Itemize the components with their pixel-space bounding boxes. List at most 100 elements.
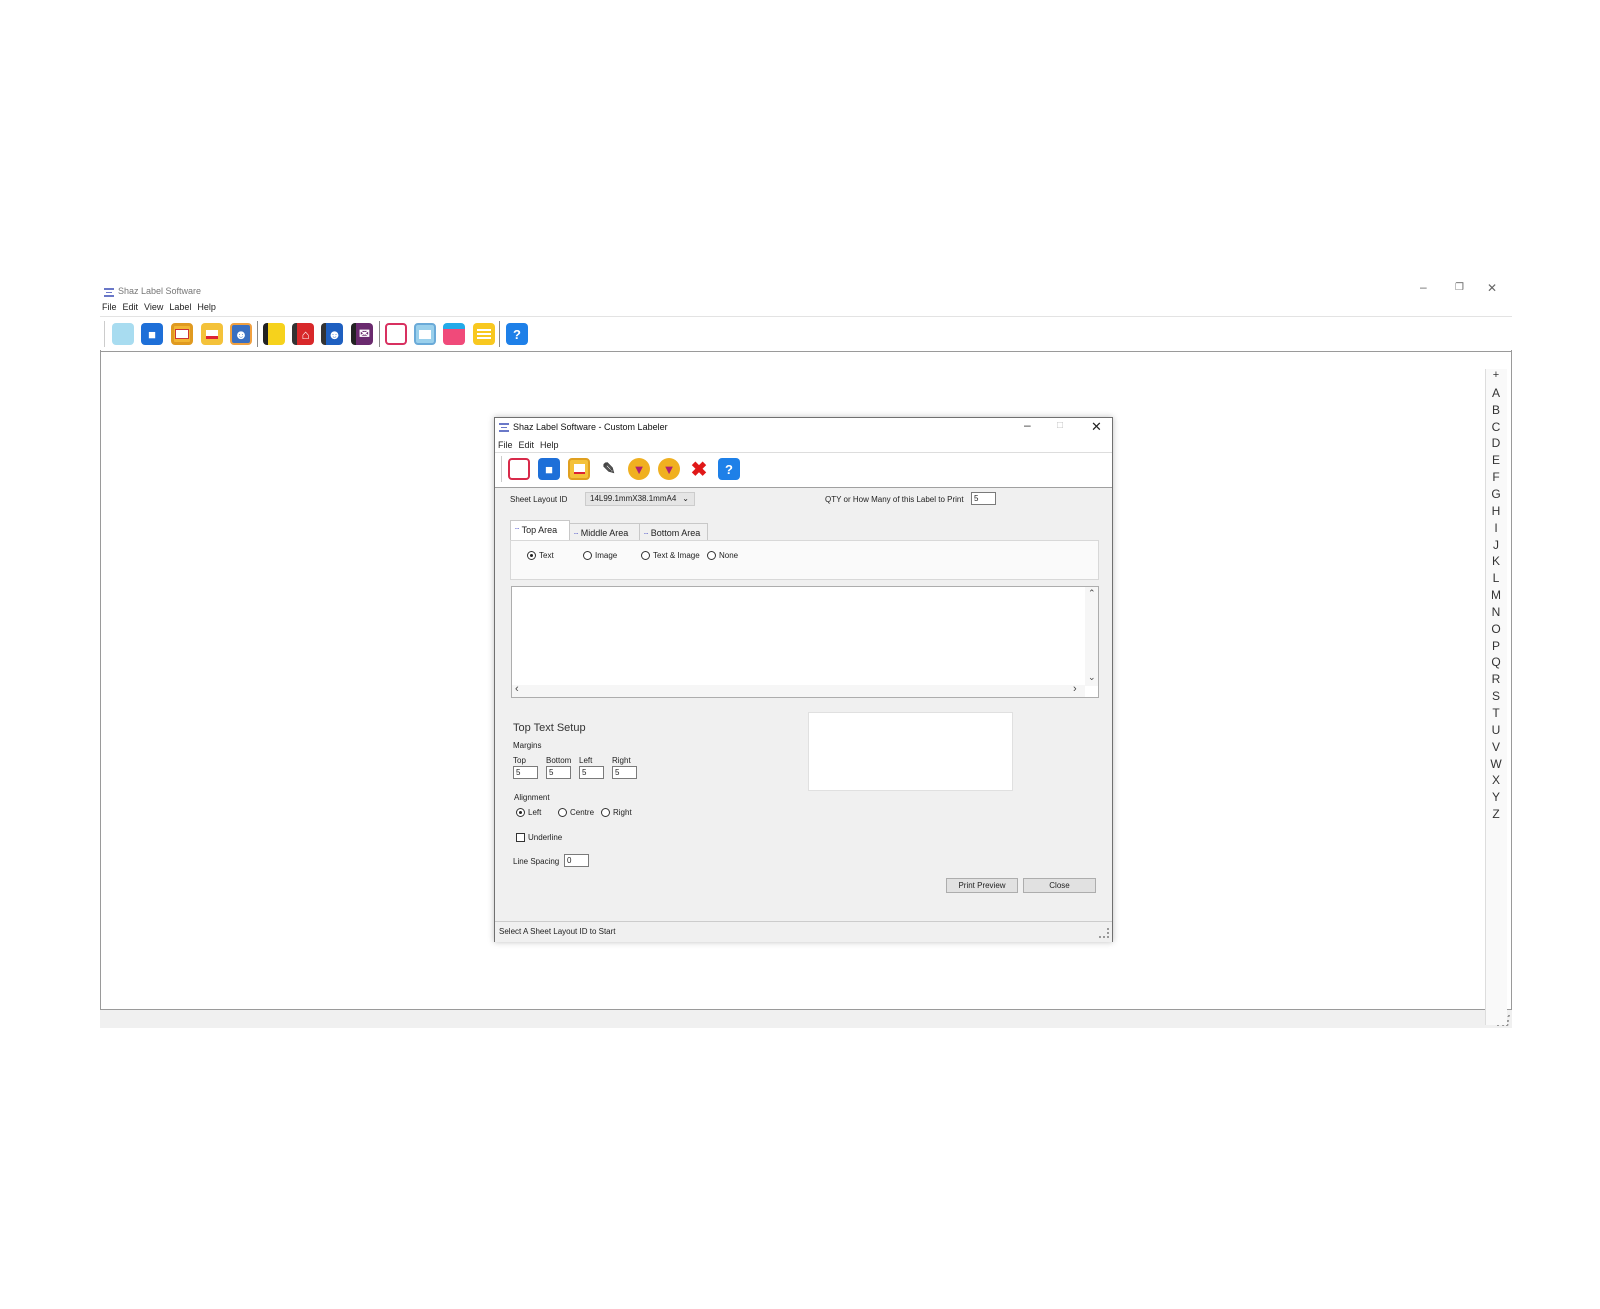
align-centre-radio[interactable]: Centre xyxy=(558,808,594,818)
top-area-icon: ┄ xyxy=(515,526,520,533)
margin-left-input[interactable]: 5 xyxy=(579,766,604,779)
layout-icon[interactable]: ■ xyxy=(538,458,560,480)
banner-label-icon[interactable] xyxy=(443,323,465,345)
dialog-minimize-icon[interactable]: – xyxy=(1024,418,1031,432)
alphabet-letter[interactable]: E xyxy=(1487,453,1505,467)
alphabet-letter[interactable]: V xyxy=(1487,740,1505,754)
margin-top-input[interactable]: 5 xyxy=(513,766,538,779)
menu-help[interactable]: Help xyxy=(197,302,216,312)
scroll-right-icon[interactable]: › xyxy=(1073,683,1077,695)
blank-label-icon[interactable] xyxy=(385,323,407,345)
alphabet-letter[interactable]: D xyxy=(1487,436,1505,450)
tab-bottom-area[interactable]: ┄ Bottom Area xyxy=(640,523,708,541)
alphabet-letter[interactable]: R xyxy=(1487,672,1505,686)
new-icon[interactable] xyxy=(508,458,530,480)
alphabet-letter[interactable]: K xyxy=(1487,554,1505,568)
alphabet-letter[interactable]: Y xyxy=(1487,790,1505,804)
close-icon[interactable]: ✕ xyxy=(1487,281,1497,295)
people-label-icon[interactable]: ☻ xyxy=(230,323,252,345)
line-spacing-input[interactable]: 0 xyxy=(564,854,589,867)
dialog-close-icon[interactable]: ✕ xyxy=(1091,419,1102,435)
contact-card-icon[interactable]: ☻ xyxy=(321,323,343,345)
scroll-down-icon[interactable]: ⌄ xyxy=(1088,672,1096,683)
dialog-maximize-icon[interactable]: □ xyxy=(1057,420,1063,431)
radio-none[interactable]: None xyxy=(707,551,738,561)
alphabet-letter[interactable]: L xyxy=(1487,571,1505,585)
dialog-menu-help[interactable]: Help xyxy=(540,440,559,450)
address-book-icon[interactable] xyxy=(263,323,285,345)
align-left-radio[interactable]: Left xyxy=(516,808,541,818)
underline-checkbox[interactable]: Underline xyxy=(516,833,562,843)
scroll-up-icon[interactable]: ⌃ xyxy=(1088,588,1096,599)
edit-pen-icon[interactable]: ✎ xyxy=(598,458,620,480)
sheet-layout-select[interactable]: 14L99.1mmX38.1mmA4 ⌄ xyxy=(585,492,695,506)
alphabet-letter[interactable]: X xyxy=(1487,773,1505,787)
alphabet-letter[interactable]: A xyxy=(1487,386,1505,400)
qty-input[interactable]: 5 xyxy=(971,492,996,505)
dialog-title: Shaz Label Software - Custom Labeler xyxy=(513,422,668,432)
radio-text[interactable]: Text xyxy=(527,551,554,561)
delete-icon[interactable]: ✖ xyxy=(688,458,710,481)
label-layout-icon[interactable]: ■ xyxy=(141,323,163,345)
alphabet-letter[interactable]: U xyxy=(1487,723,1505,737)
align-right-radio[interactable]: Right xyxy=(601,808,632,818)
checkbox-icon xyxy=(516,833,525,843)
radio-text-image[interactable]: Text & Image xyxy=(641,551,700,561)
menu-label[interactable]: Label xyxy=(169,302,191,312)
alphabet-letter[interactable]: F xyxy=(1487,470,1505,484)
design-icon[interactable]: ▼ xyxy=(628,458,650,480)
alphabet-letter[interactable]: Z xyxy=(1487,807,1505,821)
tab-top-area[interactable]: ┄ Top Area xyxy=(510,520,570,541)
alphabet-letter[interactable]: S xyxy=(1487,689,1505,703)
envelope-label-icon[interactable]: ✉ xyxy=(351,323,373,345)
main-menu-bar: File Edit View Label Help xyxy=(102,302,222,312)
dialog-resize-grip-icon[interactable] xyxy=(1099,928,1109,938)
alphabet-letter[interactable]: + xyxy=(1487,369,1505,381)
sheet-label-icon[interactable] xyxy=(414,323,436,345)
alphabet-letter[interactable]: W xyxy=(1487,757,1505,771)
horizontal-scrollbar[interactable] xyxy=(512,685,1085,697)
alphabet-letter[interactable]: M xyxy=(1487,588,1505,602)
home-label-icon[interactable]: ⌂ xyxy=(292,323,314,345)
scroll-left-icon[interactable]: ‹ xyxy=(515,683,519,695)
label-text-area[interactable] xyxy=(511,586,1099,698)
alphabet-letter[interactable]: G xyxy=(1487,487,1505,501)
help-icon[interactable]: ? xyxy=(506,323,528,345)
alphabet-letter[interactable]: H xyxy=(1487,504,1505,518)
restore-icon[interactable]: ❐ xyxy=(1455,282,1464,293)
alphabet-letter[interactable]: P xyxy=(1487,639,1505,653)
dialog-menu-file[interactable]: File xyxy=(498,440,513,450)
radio-image[interactable]: Image xyxy=(583,551,617,561)
align-left-dot xyxy=(516,808,525,818)
custom-labeler-dialog: Shaz Label Software - Custom Labeler – □… xyxy=(494,417,1113,942)
margin-right-input[interactable]: 5 xyxy=(612,766,637,779)
alphabet-letter[interactable]: J xyxy=(1487,538,1505,552)
notes-label-icon[interactable] xyxy=(473,323,495,345)
design-alt-icon[interactable]: ▼ xyxy=(658,458,680,480)
close-button[interactable]: Close xyxy=(1023,878,1096,893)
alphabet-letter[interactable]: T xyxy=(1487,706,1505,720)
menu-view[interactable]: View xyxy=(144,302,163,312)
margin-bottom-input[interactable]: 5 xyxy=(546,766,571,779)
menu-file[interactable]: File xyxy=(102,302,117,312)
alphabet-letter[interactable]: O xyxy=(1487,622,1505,636)
new-label-icon[interactable] xyxy=(112,323,134,345)
print-icon[interactable] xyxy=(568,458,590,480)
alphabet-letter[interactable]: B xyxy=(1487,403,1505,417)
minimize-icon[interactable]: – xyxy=(1420,280,1427,294)
alphabet-letter[interactable]: C xyxy=(1487,420,1505,434)
image-label-icon[interactable] xyxy=(171,323,193,345)
dialog-menu-edit[interactable]: Edit xyxy=(519,440,535,450)
sheet-layout-value: 14L99.1mmX38.1mmA4 xyxy=(590,494,677,503)
dialog-app-icon xyxy=(499,423,509,432)
alphabet-letter[interactable]: N xyxy=(1487,605,1505,619)
dialog-help-icon[interactable]: ? xyxy=(718,458,740,480)
alphabet-letter[interactable]: I xyxy=(1487,521,1505,535)
alphabet-letter[interactable]: Q xyxy=(1487,655,1505,669)
tab-middle-area[interactable]: ┄ Middle Area xyxy=(570,523,640,541)
menu-edit[interactable]: Edit xyxy=(123,302,139,312)
print-label-icon[interactable] xyxy=(201,323,223,345)
line-spacing-label: Line Spacing xyxy=(513,857,560,866)
radio-none-dot xyxy=(707,551,716,561)
print-preview-button[interactable]: Print Preview xyxy=(946,878,1018,893)
